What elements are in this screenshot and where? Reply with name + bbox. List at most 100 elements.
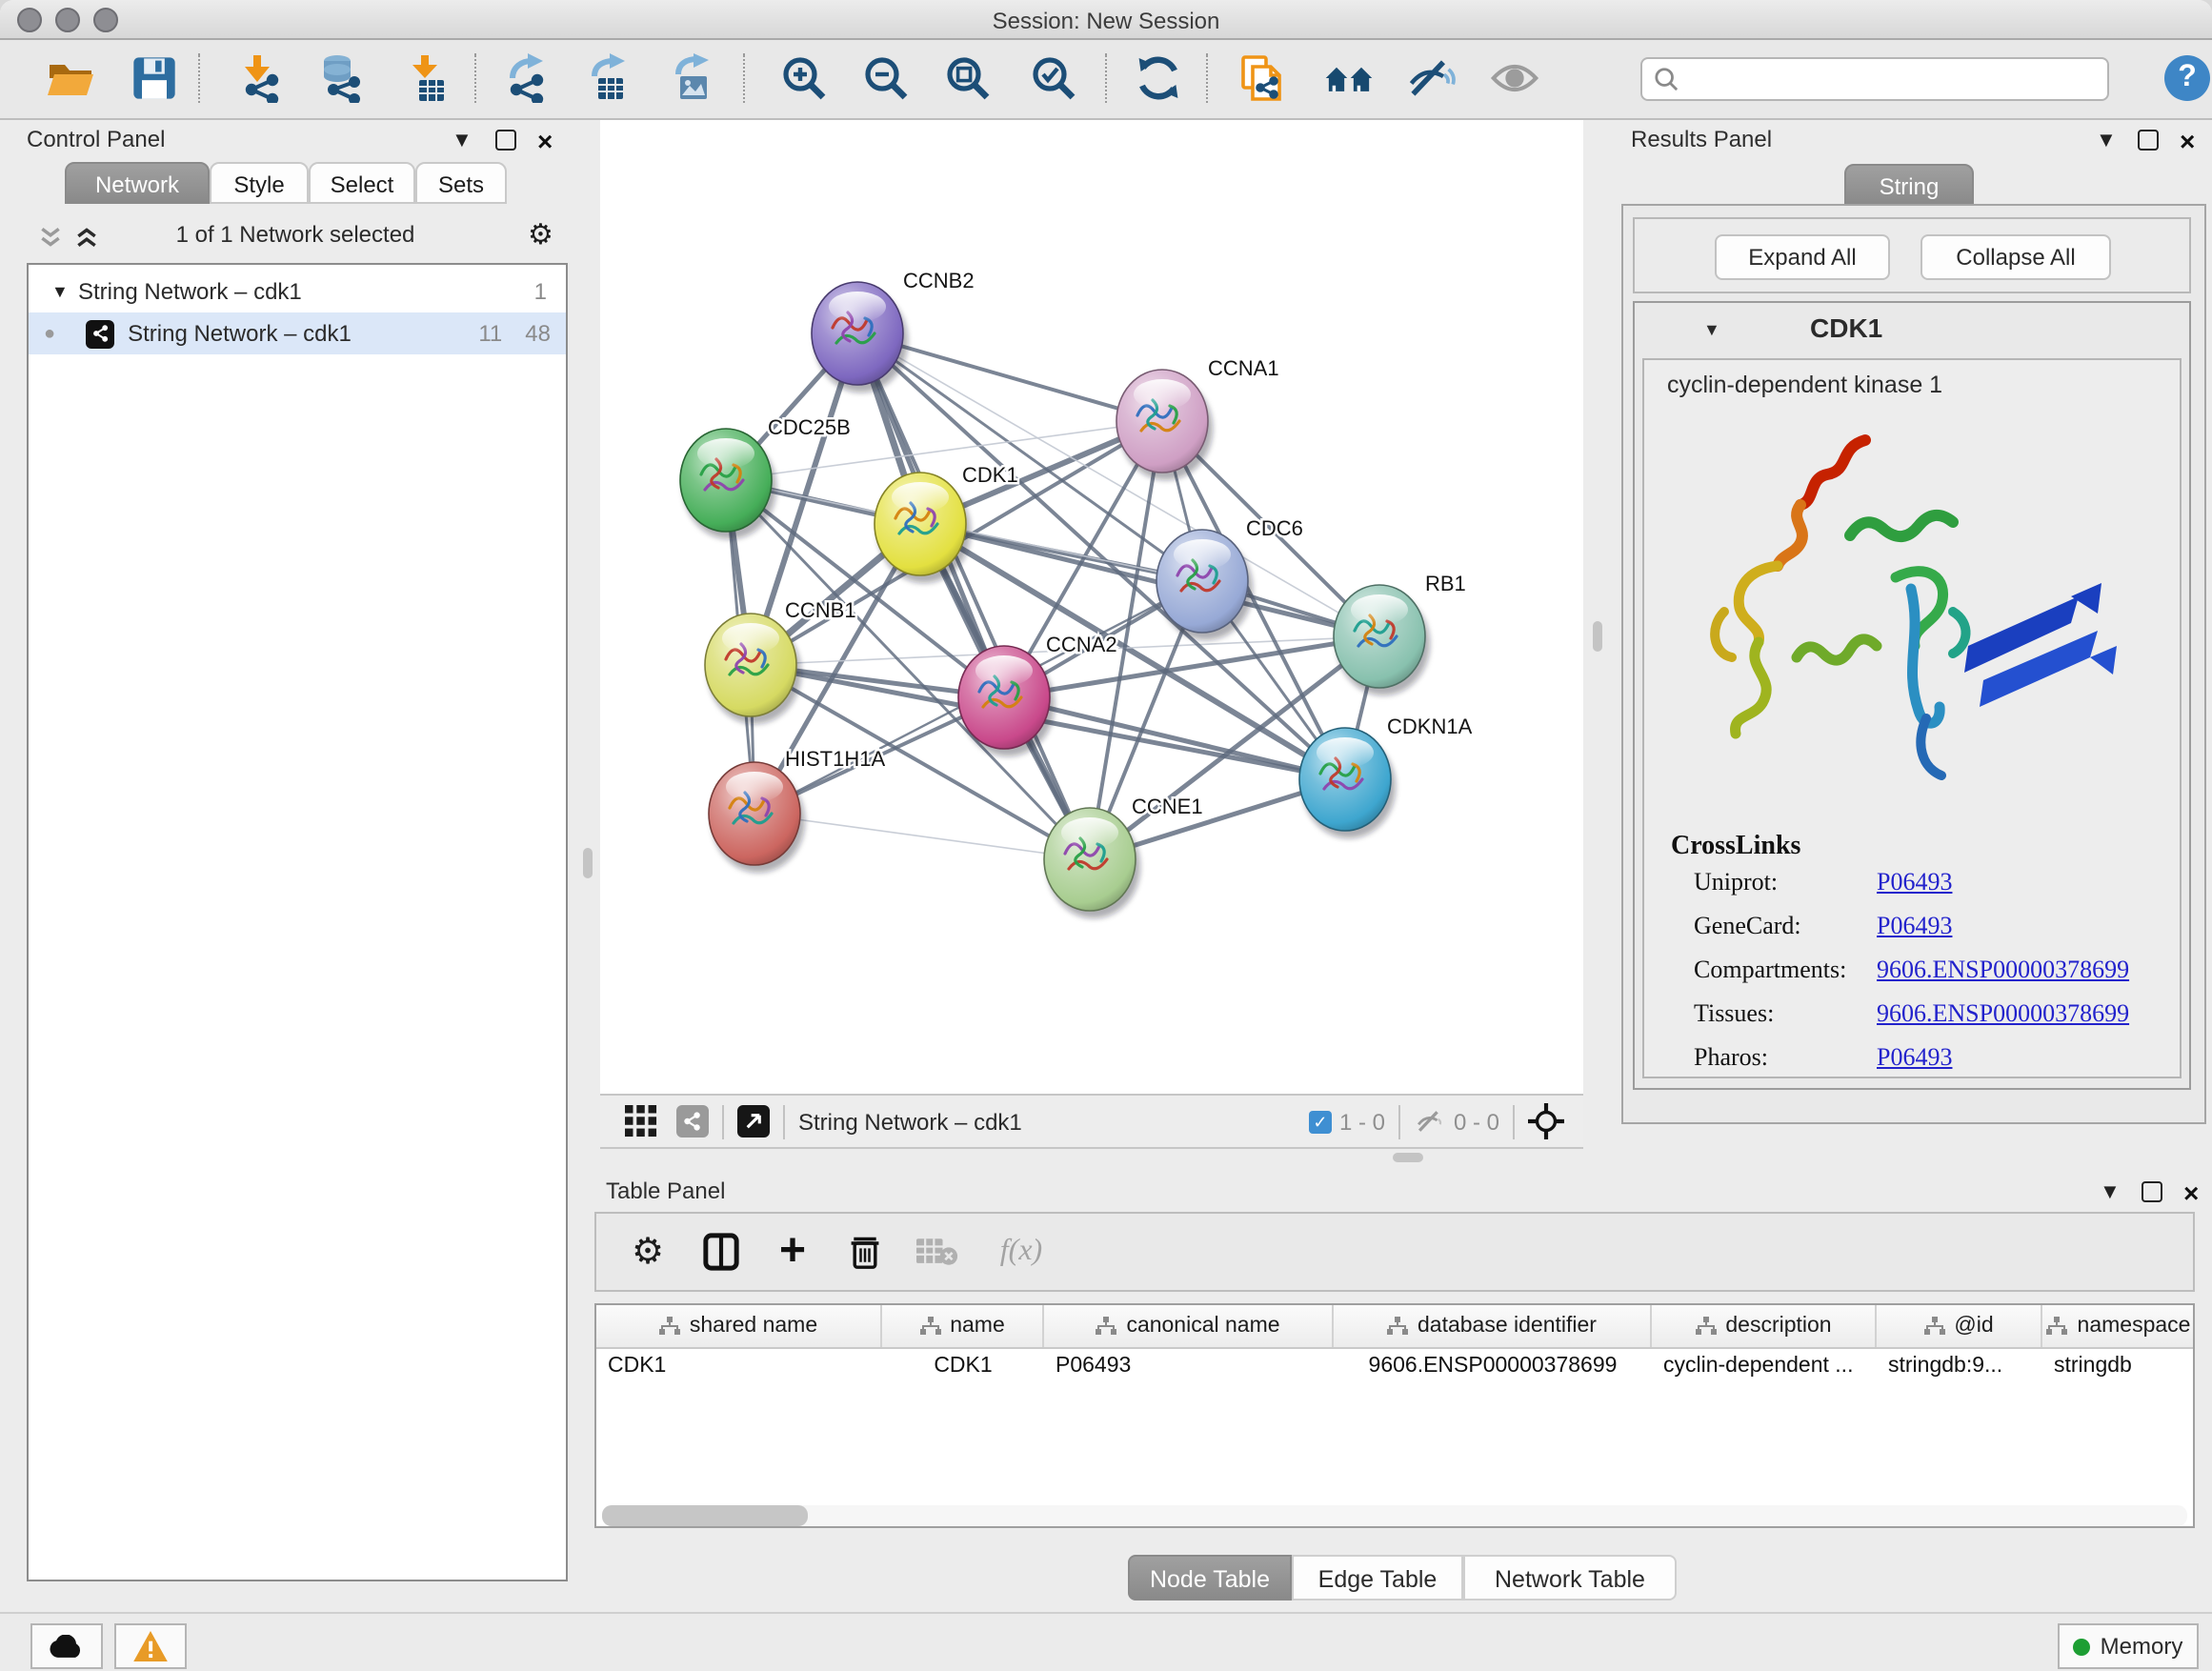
network-panel-options-gear-icon[interactable]: ⚙ — [528, 221, 553, 250]
node-CDK1[interactable] — [875, 473, 971, 583]
crosslink-link[interactable]: 9606.ENSP00000378699 — [1877, 955, 2129, 985]
hidden-eye-slash-icon[interactable] — [1414, 1109, 1446, 1134]
expand-all-button[interactable]: Expand All — [1715, 234, 1890, 280]
node-CCNA2[interactable] — [958, 646, 1055, 756]
import-network-database-button[interactable] — [312, 50, 370, 107]
network-canvas[interactable]: CCNB2CCNA1CDC25BCDK1CDC6RB1CCNB1CCNA2CDK… — [600, 120, 1583, 1094]
help-button[interactable]: ? — [2164, 55, 2210, 101]
tab-sets[interactable]: Sets — [415, 162, 507, 204]
memory-button[interactable]: Memory — [2058, 1623, 2199, 1669]
left-divider-handle[interactable] — [583, 848, 593, 878]
table-panel-undock-icon[interactable] — [2142, 1181, 2162, 1202]
edge-CCNB2-CCNE1[interactable] — [857, 333, 1090, 859]
birdseye-grid-icon[interactable] — [619, 1100, 661, 1142]
gene-section-header[interactable]: ▼ CDK1 — [1635, 309, 2189, 354]
column-header--id[interactable]: @id — [1877, 1305, 2042, 1347]
crosslink-link[interactable]: P06493 — [1877, 1042, 1952, 1073]
control-panel-close-icon[interactable]: × — [537, 131, 553, 151]
column-header-canonical-name[interactable]: canonical name — [1044, 1305, 1334, 1347]
crosslink-link[interactable]: P06493 — [1877, 911, 1952, 941]
results-panel-undock-icon[interactable] — [2138, 130, 2159, 151]
right-divider-handle[interactable] — [1593, 621, 1602, 652]
column-header-name[interactable]: name — [882, 1305, 1044, 1347]
collapse-all-button[interactable]: Collapse All — [1920, 234, 2111, 280]
table-cell[interactable]: stringdb:9... — [1877, 1349, 2042, 1387]
export-network-button[interactable] — [499, 50, 556, 107]
zoom-out-button[interactable] — [857, 50, 915, 107]
open-session-button[interactable] — [42, 50, 99, 107]
cloud-button[interactable] — [30, 1623, 103, 1669]
tab-string[interactable]: String — [1844, 164, 1974, 206]
results-panel-close-icon[interactable]: × — [2180, 131, 2195, 151]
control-panel-undock-icon[interactable] — [495, 130, 516, 151]
import-table-button[interactable] — [400, 50, 457, 107]
scrollbar-thumb[interactable] — [602, 1505, 808, 1526]
column-header-database-identifier[interactable]: database identifier — [1334, 1305, 1652, 1347]
node-CCNB1[interactable] — [705, 614, 801, 724]
table-panel-close-icon[interactable]: × — [2183, 1183, 2199, 1202]
table-horizontal-scrollbar[interactable] — [602, 1505, 2187, 1526]
zoom-selected-button[interactable] — [1025, 50, 1082, 107]
table-panel-float-icon[interactable]: ▼ — [2100, 1181, 2121, 1204]
edge-CDK1-RB1[interactable] — [920, 524, 1379, 636]
search-input[interactable] — [1679, 64, 2067, 94]
import-network-file-button[interactable] — [232, 50, 290, 107]
zoom-fit-button[interactable] — [939, 50, 996, 107]
table-cell[interactable]: stringdb — [2042, 1349, 2195, 1387]
crosshair-icon[interactable] — [1528, 1103, 1564, 1139]
add-column-icon[interactable]: + — [772, 1231, 814, 1273]
table-cell[interactable]: P06493 — [1044, 1349, 1334, 1387]
node-CCNA1[interactable] — [1116, 370, 1213, 480]
show-all-button[interactable] — [1486, 50, 1543, 107]
hide-selected-button[interactable] — [1402, 50, 1459, 107]
save-session-button[interactable] — [126, 50, 183, 107]
tab-style[interactable]: Style — [210, 162, 309, 204]
network-collection-row[interactable]: ▼ String Network – cdk1 1 — [29, 271, 566, 312]
export-view-icon[interactable] — [737, 1105, 770, 1137]
expand-all-networks-icon[interactable] — [74, 225, 99, 259]
tab-select[interactable]: Select — [309, 162, 415, 204]
control-panel-float-icon[interactable]: ▼ — [452, 130, 473, 152]
column-header-description[interactable]: description — [1652, 1305, 1877, 1347]
node-CCNE1[interactable] — [1044, 808, 1140, 918]
network-share-icon[interactable] — [676, 1105, 709, 1137]
tab-edge-table[interactable]: Edge Table — [1292, 1555, 1463, 1601]
crosslink-link[interactable]: 9606.ENSP00000378699 — [1877, 998, 2129, 1029]
column-header-namespace[interactable]: namespace — [2042, 1305, 2195, 1347]
warning-button[interactable] — [114, 1623, 187, 1669]
table-row[interactable]: CDK1CDK1P064939606.ENSP00000378699cyclin… — [596, 1349, 2193, 1387]
tab-node-table[interactable]: Node Table — [1128, 1555, 1292, 1601]
show-columns-icon[interactable] — [699, 1231, 741, 1273]
refresh-view-button[interactable] — [1130, 50, 1187, 107]
tab-network-table[interactable]: Network Table — [1463, 1555, 1677, 1601]
table-cell[interactable]: 9606.ENSP00000378699 — [1334, 1349, 1652, 1387]
first-neighbors-button[interactable] — [1320, 50, 1377, 107]
new-network-from-selection-button[interactable] — [1235, 50, 1292, 107]
node-RB1[interactable] — [1334, 585, 1430, 695]
bottom-divider-handle[interactable] — [1393, 1153, 1423, 1162]
table-cell[interactable]: CDK1 — [882, 1349, 1044, 1387]
network-row-selected[interactable]: ● String Network – cdk1 11 48 — [29, 312, 566, 354]
table-options-gear-icon[interactable]: ⚙ — [627, 1231, 669, 1273]
table-cell[interactable]: cyclin-dependent ... — [1652, 1349, 1877, 1387]
collapse-all-networks-icon[interactable] — [38, 225, 63, 259]
node-CDC6[interactable] — [1156, 530, 1253, 640]
collection-expand-icon[interactable]: ▼ — [51, 282, 78, 301]
table-cell[interactable]: CDK1 — [596, 1349, 882, 1387]
export-table-button[interactable] — [581, 50, 638, 107]
gene-collapse-icon[interactable]: ▼ — [1703, 320, 1720, 339]
crosslink-link[interactable]: P06493 — [1877, 867, 1952, 897]
node-CDKN1A[interactable] — [1299, 728, 1396, 838]
column-header-shared-name[interactable]: shared name — [596, 1305, 882, 1347]
tab-network[interactable]: Network — [65, 162, 210, 204]
node-CDC25B[interactable] — [680, 429, 776, 539]
export-image-button[interactable] — [665, 50, 722, 107]
delete-column-icon[interactable] — [844, 1231, 886, 1273]
zoom-in-button[interactable] — [775, 50, 833, 107]
network-graph[interactable]: CCNB2CCNA1CDC25BCDK1CDC6RB1CCNB1CCNA2CDK… — [600, 120, 1583, 1094]
node-HIST1H1A[interactable] — [709, 762, 805, 873]
node-CCNB2[interactable] — [812, 282, 908, 393]
toolbar-search-field[interactable] — [1640, 57, 2109, 101]
selected-checkbox-icon[interactable]: ✓ — [1309, 1110, 1332, 1133]
results-panel-float-icon[interactable]: ▼ — [2096, 130, 2117, 152]
